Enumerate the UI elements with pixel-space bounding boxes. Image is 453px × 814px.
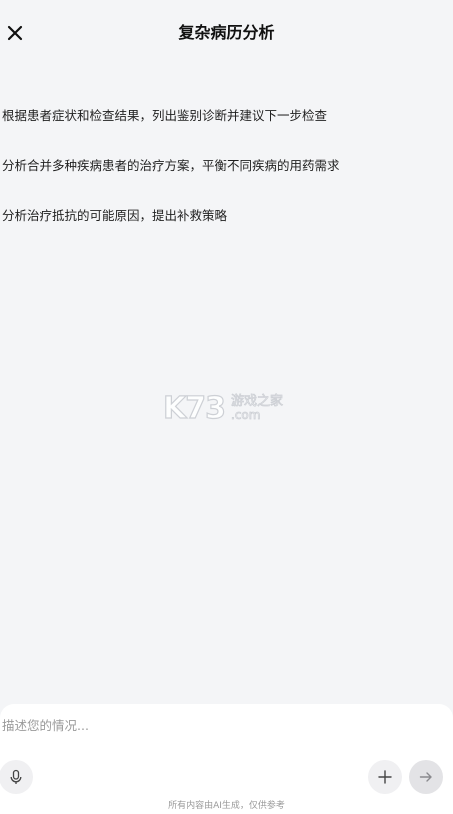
suggestion-item[interactable]: 分析治疗抵抗的可能原因，提出补救策略 bbox=[2, 206, 442, 226]
watermark-logo-text: K73 bbox=[163, 391, 225, 424]
header: 复杂病历分析 bbox=[0, 0, 453, 66]
page: 复杂病历分析 根据患者症状和检查结果，列出鉴别诊断并建议下一步检查 分析合并多种… bbox=[0, 0, 453, 814]
page-title: 复杂病历分析 bbox=[178, 23, 275, 42]
suggestion-item[interactable]: 分析合并多种疾病患者的治疗方案，平衡不同疾病的用药需求 bbox=[2, 156, 442, 176]
watermark-logo: K73 游戏之家 .com bbox=[163, 390, 283, 424]
message-input[interactable] bbox=[2, 714, 442, 736]
microphone-icon bbox=[10, 769, 22, 784]
send-button[interactable] bbox=[409, 760, 443, 794]
plus-icon bbox=[378, 770, 392, 784]
ai-disclaimer: 所有内容由AI生成，仅供参考 bbox=[168, 801, 285, 811]
add-attachment-button[interactable] bbox=[368, 760, 402, 794]
watermark-domain-text: .com bbox=[231, 408, 260, 422]
voice-input-button[interactable] bbox=[0, 760, 33, 794]
arrow-right-icon bbox=[419, 772, 432, 782]
composer: 所有内容由AI生成，仅供参考 bbox=[0, 704, 453, 814]
suggestion-item[interactable]: 根据患者症状和检查结果，列出鉴别诊断并建议下一步检查 bbox=[2, 106, 442, 126]
suggestion-list: 根据患者症状和检查结果，列出鉴别诊断并建议下一步检查 分析合并多种疾病患者的治疗… bbox=[2, 106, 442, 256]
watermark-cn-text: 游戏之家 bbox=[231, 393, 283, 409]
